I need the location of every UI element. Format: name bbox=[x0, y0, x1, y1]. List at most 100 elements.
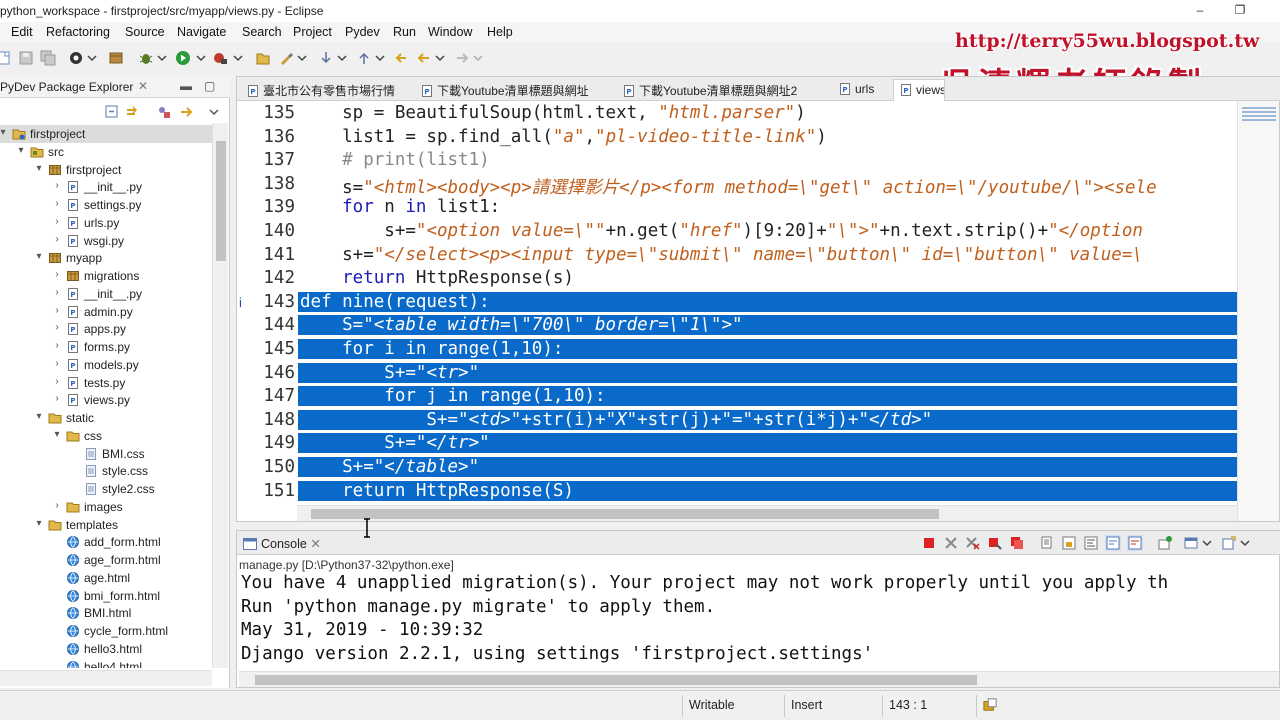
run-as-icon[interactable] bbox=[68, 50, 84, 66]
debug-icon[interactable] bbox=[138, 50, 154, 66]
tree-item[interactable]: age.html bbox=[0, 569, 212, 587]
tree-item[interactable]: ▾ firstproject bbox=[0, 161, 212, 179]
tree-item[interactable]: style2.css bbox=[0, 480, 212, 498]
console-output[interactable]: You have 4 unapplied migration(s). Your … bbox=[241, 573, 1280, 669]
tree-item[interactable]: › Pforms.py bbox=[0, 338, 212, 356]
chevron-right-icon[interactable]: › bbox=[52, 287, 62, 298]
open-console-icon[interactable] bbox=[1221, 535, 1237, 551]
chevron-down-icon[interactable] bbox=[1199, 535, 1215, 551]
scroll-thumb[interactable] bbox=[255, 675, 977, 685]
code-line[interactable]: 146 S+="<tr>" bbox=[237, 362, 1237, 387]
maximize-view-icon[interactable]: ▢ bbox=[204, 79, 215, 93]
explorer-tab[interactable]: PyDev Package Explorer ✕ ▬ ▢ bbox=[0, 76, 230, 98]
close-icon[interactable]: ✕ bbox=[310, 537, 320, 551]
code-line[interactable]: i 143 def nine(request): bbox=[237, 291, 1237, 316]
tree-item[interactable]: › Padmin.py bbox=[0, 303, 212, 321]
chevron-right-icon[interactable]: › bbox=[52, 393, 62, 404]
chevron-down-icon[interactable] bbox=[84, 50, 100, 66]
code-line[interactable]: 137 # print(list1) bbox=[237, 150, 1237, 174]
chevron-right-icon[interactable]: › bbox=[52, 234, 62, 245]
run-icon[interactable] bbox=[175, 50, 191, 66]
chevron-down-icon[interactable]: ▾ bbox=[34, 251, 44, 262]
explorer-vertical-scrollbar[interactable] bbox=[212, 123, 228, 668]
code-line[interactable]: 151 return HttpResponse(S) bbox=[237, 480, 1237, 505]
chevron-right-icon[interactable]: › bbox=[52, 180, 62, 191]
tree-item[interactable]: hello3.html bbox=[0, 640, 212, 658]
menu-window[interactable]: Window bbox=[428, 25, 472, 39]
chevron-right-icon[interactable]: › bbox=[52, 198, 62, 209]
chevron-right-icon[interactable]: › bbox=[52, 376, 62, 387]
tree-item[interactable]: › Papps.py bbox=[0, 320, 212, 338]
menu-run[interactable]: Run bbox=[393, 25, 416, 39]
chevron-down-icon[interactable] bbox=[470, 50, 486, 66]
explorer-horizontal-scrollbar[interactable] bbox=[0, 670, 212, 686]
link-editor-icon[interactable] bbox=[124, 104, 140, 120]
code-line[interactable]: 147 for j in range(1,10): bbox=[237, 386, 1237, 410]
code-line[interactable]: 145 for i in range(1,10): bbox=[237, 339, 1237, 363]
chevron-right-icon[interactable]: › bbox=[52, 322, 62, 333]
display-console-icon[interactable] bbox=[1183, 535, 1199, 551]
tree-item[interactable]: › P __init__.py bbox=[0, 285, 212, 303]
chevron-down-icon[interactable] bbox=[193, 50, 209, 66]
chevron-down-icon[interactable] bbox=[230, 50, 246, 66]
tree-item[interactable]: ▾ src bbox=[0, 143, 212, 161]
overview-ruler[interactable] bbox=[1237, 101, 1279, 521]
editor-tab[interactable]: P 臺北市公有零售市場行情 bbox=[241, 79, 411, 101]
minimize-view-icon[interactable]: ▬ bbox=[180, 79, 192, 93]
restore-button[interactable]: ❐ bbox=[1232, 2, 1248, 18]
last-edit-icon[interactable] bbox=[394, 50, 410, 66]
code-line[interactable]: 149 S+="</tr>" bbox=[237, 433, 1237, 457]
chevron-right-icon[interactable]: › bbox=[52, 269, 62, 280]
tree-item[interactable]: › Purls.py bbox=[0, 214, 212, 232]
code-line[interactable]: 135 sp = BeautifulSoup(html.text, "html.… bbox=[237, 103, 1237, 127]
scroll-lock-icon[interactable] bbox=[1061, 535, 1077, 551]
menu-refactoring[interactable]: Refactoring bbox=[46, 25, 110, 39]
terminate-icon[interactable] bbox=[921, 535, 937, 551]
code-line[interactable]: 141 s+="</select><p><input type=\"submit… bbox=[237, 245, 1237, 269]
chevron-right-icon[interactable]: › bbox=[52, 358, 62, 369]
save-all-icon[interactable] bbox=[40, 50, 56, 66]
chevron-right-icon[interactable]: › bbox=[52, 216, 62, 227]
minimize-button[interactable]: – bbox=[1192, 2, 1208, 18]
menu-source[interactable]: Source bbox=[125, 25, 165, 39]
tree-item[interactable]: › Ptests.py bbox=[0, 374, 212, 392]
clear-console-icon[interactable] bbox=[987, 535, 1003, 551]
show-on-error-icon[interactable] bbox=[1127, 535, 1143, 551]
forward-icon[interactable] bbox=[454, 50, 470, 66]
word-wrap-icon[interactable] bbox=[1083, 535, 1099, 551]
scroll-thumb[interactable] bbox=[216, 141, 226, 261]
stop-icon[interactable] bbox=[1009, 535, 1025, 551]
view-menu-icon[interactable] bbox=[206, 104, 222, 120]
menu-search[interactable]: Search bbox=[242, 25, 282, 39]
pin-console-icon[interactable] bbox=[1157, 535, 1173, 551]
tree-item[interactable]: › migrations bbox=[0, 267, 212, 285]
tree-item[interactable]: › Psettings.py bbox=[0, 196, 212, 214]
close-icon[interactable]: ✕ bbox=[138, 79, 148, 93]
chevron-right-icon[interactable]: › bbox=[52, 340, 62, 351]
tree-item[interactable]: BMI.html bbox=[0, 604, 212, 622]
editor-tab[interactable]: P 下載Youtube清單標題與網址2 bbox=[617, 79, 829, 101]
console-tab[interactable]: Console ✕ bbox=[237, 531, 1280, 555]
previous-annotation-icon[interactable] bbox=[356, 50, 372, 66]
tree-item[interactable]: add_form.html bbox=[0, 533, 212, 551]
chevron-down-icon[interactable] bbox=[432, 50, 448, 66]
open-type-icon[interactable] bbox=[255, 50, 271, 66]
tree-item[interactable]: › Pmodels.py bbox=[0, 356, 212, 374]
chevron-right-icon[interactable]: › bbox=[52, 500, 62, 511]
editor-tab[interactable]: Pviews bbox=[893, 79, 945, 101]
editor-horizontal-scrollbar[interactable] bbox=[297, 505, 1237, 521]
tree-item[interactable]: › P __init__.py bbox=[0, 178, 212, 196]
menu-edit[interactable]: Edit bbox=[11, 25, 33, 39]
tree-item[interactable]: style.css bbox=[0, 462, 212, 480]
code-line[interactable]: 138 s="<html><body><p>請選擇影片</p><form met… bbox=[237, 174, 1237, 198]
back-icon[interactable] bbox=[416, 50, 432, 66]
chevron-down-icon[interactable]: ▾ bbox=[0, 127, 8, 138]
chevron-down-icon[interactable] bbox=[1237, 535, 1253, 551]
chevron-down-icon[interactable] bbox=[372, 50, 388, 66]
chevron-right-icon[interactable]: › bbox=[52, 305, 62, 316]
code-line[interactable]: 150 S+="</table>" bbox=[237, 457, 1237, 481]
code-line[interactable]: 139 for n in list1: bbox=[237, 197, 1237, 221]
tree-item[interactable]: ▾ templates bbox=[0, 516, 212, 534]
code-line[interactable]: 140 s+="<option value=\""+n.get("href")[… bbox=[237, 221, 1237, 245]
external-tools-icon[interactable] bbox=[212, 50, 228, 66]
